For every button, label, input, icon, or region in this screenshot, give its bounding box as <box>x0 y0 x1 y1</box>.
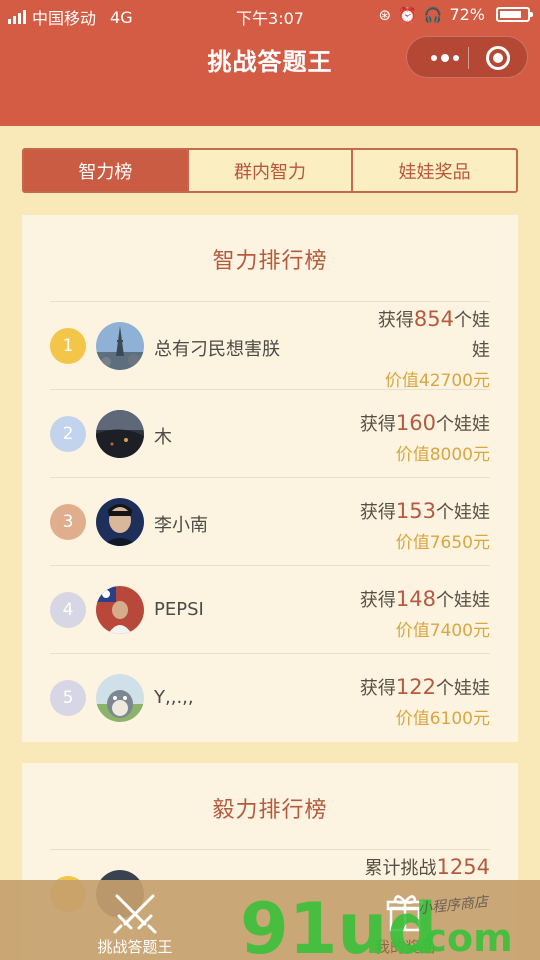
leaderboard-row[interactable]: 3 李小南 获得153个娃娃 价值7650元 <box>50 477 490 565</box>
prize-count-text: 获得148个娃娃 <box>360 586 490 612</box>
prize-count-text: 获得854个娃 <box>378 306 490 332</box>
prize-suffix-wrap: 娃 <box>472 340 490 361</box>
prize-count: 148 <box>395 587 436 611</box>
gift-icon <box>386 895 424 932</box>
avatar <box>96 586 144 634</box>
tab-my-prizes[interactable]: 我的奖品 <box>270 880 540 960</box>
rank-badge: 5 <box>50 680 86 716</box>
avatar <box>96 498 144 546</box>
prize-suffix: 个娃娃 <box>436 678 490 699</box>
prize-value: 价值7400元 <box>395 621 490 641</box>
prize-count: 153 <box>395 499 436 523</box>
prize-count: 122 <box>395 675 436 699</box>
leaderboard-row[interactable]: 1 总有刁民想害朕 获得854个娃 娃 价值42700元 <box>50 301 490 391</box>
avatar <box>96 674 144 722</box>
carrier-label: 中国移动 <box>32 9 97 28</box>
prize-prefix: 获得 <box>359 678 396 699</box>
prize-prefix: 获得 <box>359 502 396 523</box>
prize-count: 160 <box>395 411 436 435</box>
challenge-count: 1254 <box>436 855 490 879</box>
more-menu-icon[interactable] <box>425 37 465 79</box>
prize-prefix: 累计挑战 <box>364 858 437 879</box>
prize-count: 854 <box>413 307 454 331</box>
tab-challenge-quiz[interactable]: 挑战答题王 <box>0 880 270 960</box>
tab-group-intelligence[interactable]: 群内智力 <box>186 150 352 191</box>
alarm-icon: ⏰ <box>398 5 417 24</box>
battery-percent: 72% <box>449 5 485 24</box>
prize-suffix: 个娃 <box>454 310 490 331</box>
network-label: 4G <box>110 7 133 27</box>
capsule-divider <box>468 47 469 69</box>
leaderboard-title: 毅力排行榜 <box>212 798 328 823</box>
crossed-swords-icon <box>113 894 157 934</box>
rank-badge: 1 <box>50 328 86 364</box>
rank-badge: 2 <box>50 416 86 452</box>
rank-badge: 4 <box>50 592 86 628</box>
rotation-lock-icon: ⊛ <box>378 5 392 24</box>
leaderboard-row[interactable]: 2 木 获得160个娃娃 价值8000元 <box>50 389 490 477</box>
prize-count-text: 获得160个娃娃 <box>360 410 490 436</box>
battery-icon <box>496 7 533 22</box>
prize-count-text: 获得153个娃娃 <box>360 498 490 524</box>
prize-suffix: 个娃娃 <box>436 590 490 611</box>
nav-header: 挑战答题王 <box>0 32 540 126</box>
signal-icon <box>8 10 26 24</box>
prize-suffix: 个娃娃 <box>436 414 490 435</box>
rank-badge: 3 <box>50 504 86 540</box>
tab-intelligence-rank[interactable]: 智力榜 <box>24 150 187 191</box>
tab-doll-prizes[interactable]: 娃娃奖品 <box>351 150 516 191</box>
status-bar: 中国移动 4G 下午3:07 ⊛ ⏰ 🎧 72% <box>0 0 540 32</box>
prize-value: 价值8000元 <box>395 445 490 465</box>
prize-value: 价值7650元 <box>395 533 490 553</box>
prize-prefix: 获得 <box>359 590 396 611</box>
player-name: 李小南 <box>154 515 208 536</box>
headphones-icon: 🎧 <box>423 5 443 24</box>
avatar <box>96 322 144 370</box>
prize-prefix: 获得 <box>377 310 414 331</box>
player-name: 总有刁民想害朕 <box>154 339 280 360</box>
close-miniprogram-icon[interactable] <box>486 46 510 70</box>
tab-label: 我的奖品 <box>374 938 435 956</box>
tab-label: 挑战答题王 <box>97 938 173 956</box>
prize-suffix: 个娃娃 <box>436 502 490 523</box>
intelligence-leaderboard-card: 智力排行榜 1 总有刁民想害朕 获得854个娃 娃 价值42700元 2 木 获… <box>22 215 518 742</box>
miniprogram-capsule <box>406 36 528 78</box>
prize-prefix: 获得 <box>359 414 396 435</box>
leaderboard-row[interactable]: 4 PEPSI 获得148个娃娃 价值7400元 <box>50 565 490 653</box>
prize-value: 价值6100元 <box>395 709 490 729</box>
challenge-count-text: 累计挑战1254 <box>365 854 490 880</box>
leaderboard-row[interactable]: 5 Y,,.,, 获得122个娃娃 价值6100元 <box>50 653 490 741</box>
avatar <box>96 410 144 458</box>
prize-count-text: 获得122个娃娃 <box>360 674 490 700</box>
ranking-tabs: 智力榜 群内智力 娃娃奖品 <box>22 148 518 193</box>
bottom-tab-bar: 挑战答题王 我的奖品 <box>0 880 540 960</box>
player-name: PEPSI <box>154 599 204 620</box>
prize-value: 价值42700元 <box>384 371 490 391</box>
player-name: Y,,.,, <box>154 687 194 708</box>
player-name: 木 <box>154 427 172 448</box>
leaderboard-title: 智力排行榜 <box>212 249 328 274</box>
